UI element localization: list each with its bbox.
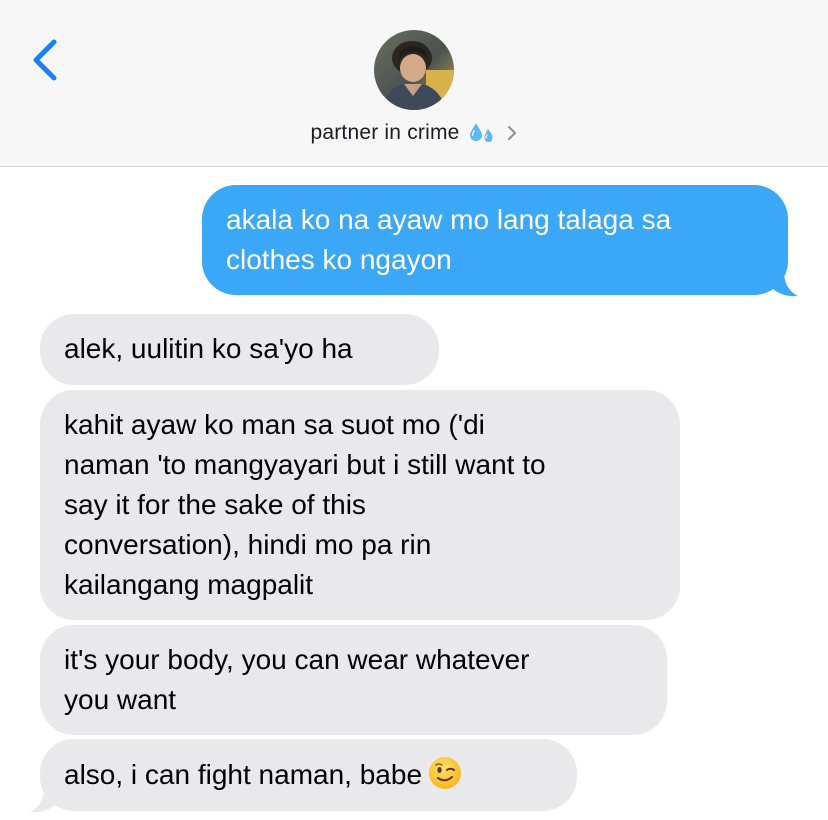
message-line: say it for the sake of this	[64, 489, 366, 520]
winking-face-icon	[428, 756, 462, 790]
chevron-right-icon	[506, 123, 518, 143]
avatar-photo	[374, 30, 454, 110]
message-line: clothes ko ngayon	[226, 244, 452, 275]
sweat-droplets-icon	[468, 120, 496, 146]
incoming-message-bubble[interactable]: also, i can fight naman, babe	[40, 739, 577, 811]
outgoing-message-bubble[interactable]: akala ko na ayaw mo lang talaga sa cloth…	[202, 185, 788, 295]
message-line: conversation), hindi mo pa rin	[64, 529, 432, 560]
chevron-left-icon	[33, 39, 57, 81]
incoming-message-bubble[interactable]: alek, uulitin ko sa'yo ha	[40, 314, 439, 385]
message-line-wrap: also, i can fight naman, babe	[64, 755, 553, 795]
back-button[interactable]	[26, 36, 70, 86]
contact-avatar[interactable]	[374, 30, 454, 110]
incoming-bubble-tail	[30, 788, 58, 813]
message-line: also, i can fight naman, babe	[64, 759, 423, 790]
message-line: it's your body, you can wear whatever	[64, 644, 530, 675]
message-line: kailangang magpalit	[64, 569, 314, 600]
contact-details-link[interactable]: partner in crime	[0, 116, 828, 150]
outgoing-bubble-tail	[770, 272, 798, 297]
message-line: kahit ayaw ko man sa suot mo ('di	[64, 409, 485, 440]
message-line: you want	[64, 684, 177, 715]
incoming-message-bubble[interactable]: kahit ayaw ko man sa suot mo ('di naman …	[40, 390, 680, 620]
incoming-message-bubble[interactable]: it's your body, you can wear whatever yo…	[40, 625, 667, 735]
contact-name: partner in crime	[310, 121, 460, 144]
message-line: alek, uulitin ko sa'yo ha	[64, 333, 353, 364]
message-line: naman 'to mangyayari but i still want to	[64, 449, 546, 480]
conversation-header: partner in crime	[0, 0, 828, 167]
message-line: akala ko na ayaw mo lang talaga sa	[226, 204, 672, 235]
